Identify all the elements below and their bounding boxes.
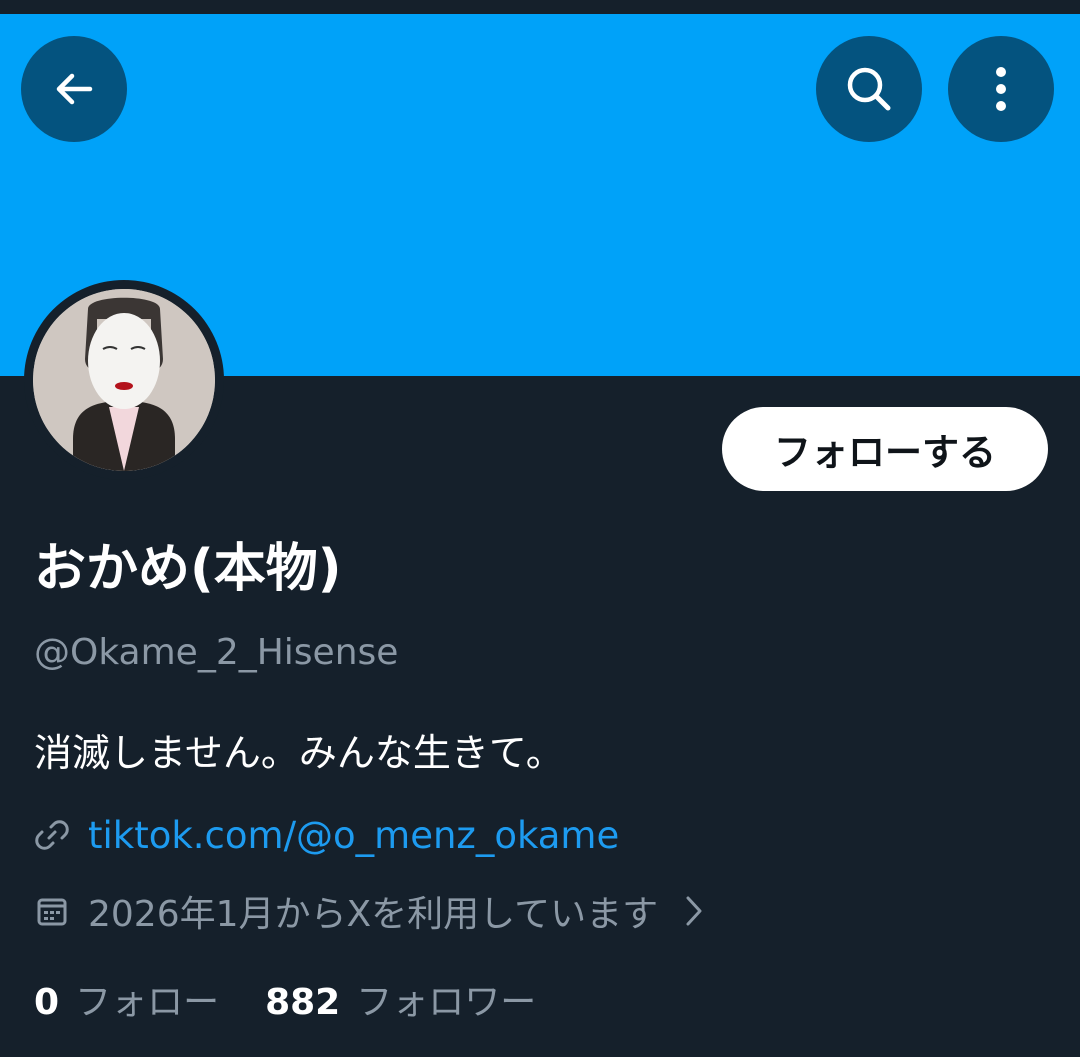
calendar-icon [37,898,67,926]
display-name: おかめ(本物) [34,539,342,599]
status-bar [0,0,1080,14]
following-label: フォロー [75,982,220,1023]
following-count: 0 [34,982,60,1023]
user-handle: @Okame_2_Hisense [34,632,399,673]
back-button[interactable] [21,36,127,142]
profile-link[interactable]: tiktok.com/@o_menz_okame [88,814,619,857]
avatar-frame[interactable] [24,280,224,480]
follow-button[interactable]: フォローする [722,407,1048,491]
followers-count: 882 [265,982,341,1023]
bio-text: 消滅しません。みんな生きて。 [34,731,564,775]
arrow-left-icon [56,73,93,105]
followers-stat[interactable]: 882 フォロワー [265,973,536,1025]
followers-label: フォロワー [356,982,537,1023]
more-vertical-icon [996,67,1006,111]
search-button[interactable] [816,36,922,142]
joined-row[interactable]: 2026年1月からXを利用しています [34,886,704,936]
profile-link-row: tiktok.com/@o_menz_okame [34,810,619,860]
search-icon [847,67,891,111]
avatar [33,289,215,471]
profile-page: フォローする おかめ(本物) @Okame_2_Hisense 消滅しません。み… [0,0,1080,1057]
joined-date: 2026年1月からXを利用しています [88,894,659,935]
follow-stats: 0 フォロー 882 フォロワー [34,974,536,1024]
more-options-button[interactable] [948,36,1054,142]
chevron-right-icon [684,894,704,928]
following-stat[interactable]: 0 フォロー [34,973,219,1025]
link-icon [35,820,69,850]
